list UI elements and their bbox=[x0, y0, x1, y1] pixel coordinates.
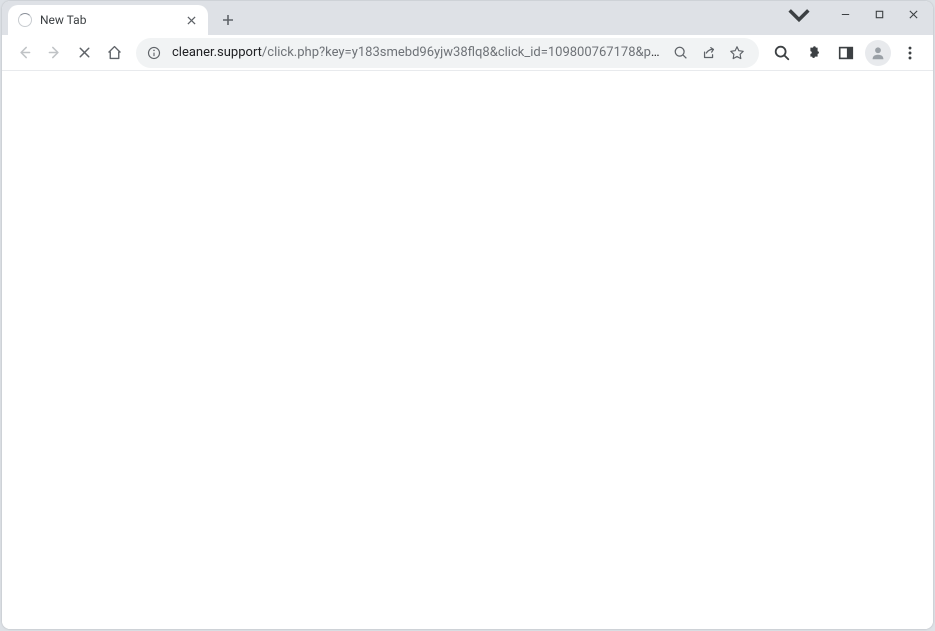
puzzle-icon bbox=[805, 44, 823, 62]
plus-icon bbox=[221, 13, 235, 27]
stop-button[interactable] bbox=[70, 39, 98, 67]
loading-spinner-icon bbox=[18, 13, 32, 27]
omnibox-actions bbox=[669, 41, 749, 65]
profile-button[interactable] bbox=[863, 38, 893, 68]
info-icon bbox=[147, 46, 161, 60]
arrow-left-icon bbox=[16, 44, 33, 61]
close-tab-button[interactable] bbox=[182, 11, 200, 29]
menu-button[interactable] bbox=[895, 38, 925, 68]
more-vert-icon bbox=[901, 44, 919, 62]
close-window-button[interactable] bbox=[897, 2, 930, 26]
window-controls bbox=[829, 2, 930, 26]
arrow-right-icon bbox=[46, 44, 63, 61]
tab-search-button[interactable] bbox=[785, 3, 813, 27]
url-text: cleaner.support/click.php?key=y183smebd9… bbox=[172, 45, 663, 60]
share-button[interactable] bbox=[697, 41, 721, 65]
bookmark-button[interactable] bbox=[725, 41, 749, 65]
url-host: cleaner.support bbox=[172, 45, 262, 60]
tab-strip: New Tab bbox=[2, 1, 933, 35]
close-icon bbox=[187, 16, 196, 25]
star-icon bbox=[729, 45, 745, 61]
zoom-button[interactable] bbox=[669, 41, 693, 65]
home-icon bbox=[106, 44, 123, 61]
browser-tab[interactable]: New Tab bbox=[8, 5, 208, 35]
url-path: /click.php?key=y183smebd96yjw38flq8&clic… bbox=[262, 45, 663, 60]
extensions-button[interactable] bbox=[799, 38, 829, 68]
sidepanel-button[interactable] bbox=[831, 38, 861, 68]
person-icon bbox=[869, 44, 887, 62]
avatar bbox=[865, 40, 891, 66]
tab-title: New Tab bbox=[40, 13, 182, 27]
back-button[interactable] bbox=[10, 39, 38, 67]
close-icon bbox=[76, 44, 93, 61]
chevron-down-icon bbox=[785, 1, 813, 29]
minimize-button[interactable] bbox=[829, 2, 862, 26]
page-content bbox=[2, 71, 933, 629]
forward-button[interactable] bbox=[40, 39, 68, 67]
sidepanel-icon bbox=[837, 44, 855, 62]
zoom-icon bbox=[673, 45, 689, 61]
search-button[interactable] bbox=[767, 38, 797, 68]
toolbar: cleaner.support/click.php?key=y183smebd9… bbox=[2, 35, 933, 71]
close-icon bbox=[908, 9, 919, 20]
home-button[interactable] bbox=[100, 39, 128, 67]
new-tab-button[interactable] bbox=[214, 6, 242, 34]
search-icon bbox=[773, 44, 791, 62]
toolbar-actions bbox=[767, 38, 925, 68]
maximize-icon bbox=[874, 9, 885, 20]
site-info-button[interactable] bbox=[146, 45, 162, 61]
share-icon bbox=[701, 45, 717, 61]
minimize-icon bbox=[840, 9, 851, 20]
maximize-button[interactable] bbox=[863, 2, 896, 26]
address-bar[interactable]: cleaner.support/click.php?key=y183smebd9… bbox=[136, 38, 759, 68]
